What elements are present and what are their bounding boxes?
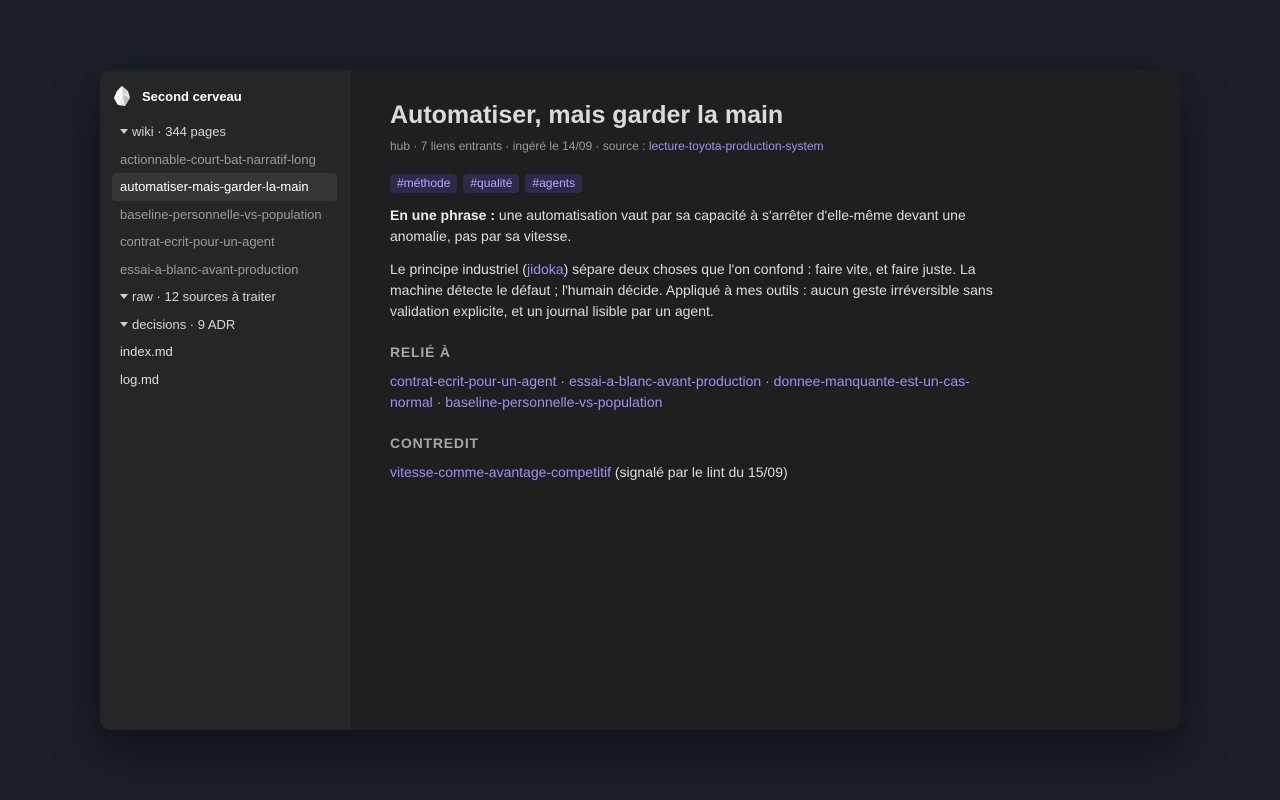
obsidian-logo-icon — [114, 86, 132, 106]
vault-name: Second cerveau — [142, 88, 242, 104]
file-contrat-ecrit-pour-un-agent[interactable]: contrat-ecrit-pour-un-agent — [112, 228, 337, 256]
note-meta-text: hub · 7 liens entrants · ingéré le 14/09… — [390, 139, 649, 153]
contradicts-note: (signalé par le lint du 15/09) — [610, 464, 788, 480]
link-separator: · — [556, 373, 569, 389]
tag-qualite[interactable]: #qualité — [463, 174, 520, 193]
jidoka-link[interactable]: jidoka — [527, 261, 564, 277]
file-index-md[interactable]: index.md — [112, 338, 337, 366]
contradicts-heading: CONTREDIT — [390, 435, 479, 451]
chevron-down-icon — [120, 129, 128, 135]
folder-wiki-label: wiki · 344 pages — [132, 124, 226, 139]
link-separator: · — [432, 394, 446, 410]
tag-agents[interactable]: #agents — [525, 174, 583, 193]
note-meta: hub · 7 liens entrants · ingéré le 14/09… — [390, 139, 1140, 153]
contradicts-line: vitesse-comme-avantage-competitif (signa… — [390, 462, 1000, 483]
file-log-md[interactable]: log.md — [112, 366, 337, 394]
related-link-essai[interactable]: essai-a-blanc-avant-production — [569, 373, 761, 389]
folder-decisions[interactable]: decisions · 9 ADR — [112, 311, 337, 339]
folder-raw-label: raw · 12 sources à traiter — [132, 289, 276, 304]
file-actionnable-court-bat-narratif-long[interactable]: actionnable-court-bat-narratif-long — [112, 146, 337, 174]
note-body: En une phrase : une automatisation vaut … — [390, 205, 1000, 483]
file-essai-a-blanc-avant-production[interactable]: essai-a-blanc-avant-production — [112, 256, 337, 284]
related-links: contrat-ecrit-pour-un-agent · essai-a-bl… — [390, 371, 1000, 413]
vault-header[interactable]: Second cerveau — [114, 86, 337, 106]
note-title: Automatiser, mais garder la main — [390, 101, 784, 129]
related-heading: RELIÉ À — [390, 344, 451, 360]
tag-list: #méthode #qualité #agents — [390, 174, 1140, 193]
folder-wiki[interactable]: wiki · 344 pages — [112, 118, 337, 146]
file-automatiser-mais-garder-la-main[interactable]: automatiser-mais-garder-la-main — [112, 173, 337, 201]
related-link-contrat[interactable]: contrat-ecrit-pour-un-agent — [390, 373, 557, 389]
contradicts-link[interactable]: vitesse-comme-avantage-competitif — [390, 464, 611, 480]
tag-methode[interactable]: #méthode — [390, 174, 458, 193]
related-link-baseline[interactable]: baseline-personnelle-vs-population — [445, 394, 662, 410]
chevron-down-icon — [120, 294, 128, 300]
file-explorer-sidebar: Second cerveau wiki · 344 pages actionna… — [100, 70, 350, 730]
body-paragraph: Le principe industriel (jidoka) sépare d… — [390, 259, 1000, 322]
summary-paragraph: En une phrase : une automatisation vaut … — [390, 205, 1000, 247]
folder-raw[interactable]: raw · 12 sources à traiter — [112, 283, 337, 311]
chevron-down-icon — [120, 321, 128, 327]
link-separator: · — [761, 373, 774, 389]
app-window: Second cerveau wiki · 344 pages actionna… — [100, 70, 1180, 730]
summary-label: En une phrase : — [390, 207, 496, 223]
file-baseline-personnelle-vs-population[interactable]: baseline-personnelle-vs-population — [112, 201, 337, 229]
source-link[interactable]: lecture-toyota-production-system — [649, 139, 824, 153]
body-text-start: Le principe industriel ( — [390, 261, 527, 277]
note-view: Automatiser, mais garder la main hub · 7… — [350, 70, 1180, 730]
folder-decisions-label: decisions · 9 ADR — [132, 316, 236, 332]
